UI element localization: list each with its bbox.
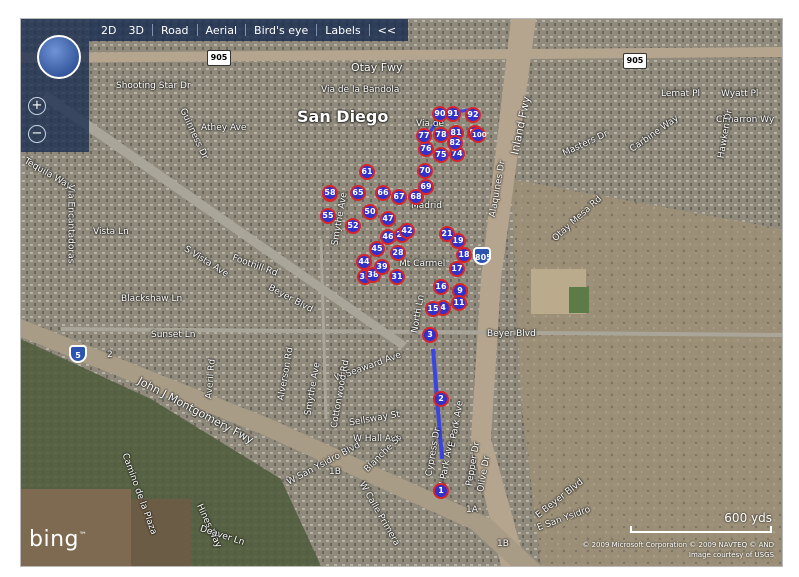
route-marker[interactable]: 75	[433, 147, 449, 163]
route-marker[interactable]: 67	[391, 189, 407, 205]
route-marker[interactable]: 46	[380, 229, 396, 245]
navigation-panel: + −	[21, 19, 89, 152]
zoom-in-button[interactable]: +	[28, 97, 46, 115]
view-3d-button[interactable]: 3D	[122, 24, 149, 37]
route-marker[interactable]: 39	[374, 259, 390, 275]
highway-shield: 5	[69, 345, 87, 363]
route-marker[interactable]: 58	[322, 185, 338, 201]
copyright-line-1: © 2009 Microsoft Corporation © 2009 NAVT…	[582, 541, 774, 549]
scale-label: 600 yds	[724, 511, 772, 525]
route-marker[interactable]: 16	[433, 279, 449, 295]
route-marker[interactable]: 66	[375, 185, 391, 201]
toolbar-divider	[368, 24, 370, 36]
route-marker[interactable]: 77	[416, 128, 432, 144]
route-marker[interactable]: 100	[470, 127, 487, 143]
highway-shield: 805	[473, 247, 492, 265]
route-marker[interactable]: 2	[433, 391, 449, 407]
road-view-button[interactable]: Road	[155, 24, 195, 37]
copyright-notice: © 2009 Microsoft Corporation © 2009 NAVT…	[582, 540, 774, 560]
labels-toggle[interactable]: Labels	[319, 24, 366, 37]
map-style-toolbar: 2D 3D Road Aerial Bird's eye Labels <<	[89, 19, 409, 41]
toolbar-divider	[151, 24, 153, 36]
route-marker[interactable]: 28	[390, 245, 406, 261]
route-marker[interactable]: 11	[451, 295, 467, 311]
highway-shield: 905	[623, 53, 647, 69]
route-marker[interactable]: 47	[380, 211, 396, 227]
highway-shield: 905	[207, 50, 231, 66]
toolbar-divider	[316, 24, 318, 36]
birds-eye-button[interactable]: Bird's eye	[248, 24, 314, 37]
route-marker[interactable]: 42	[399, 223, 415, 239]
bing-logo: bing™	[29, 527, 88, 552]
route-marker[interactable]: 55	[320, 208, 336, 224]
aerial-imagery	[21, 19, 782, 566]
toolbar-divider	[245, 24, 247, 36]
route-marker[interactable]: 21	[439, 226, 455, 242]
route-marker[interactable]: 69	[418, 179, 434, 195]
zoom-out-button[interactable]: −	[28, 125, 46, 143]
route-marker[interactable]: 70	[417, 163, 433, 179]
route-marker[interactable]: 1	[433, 483, 449, 499]
compass-pan-icon[interactable]	[37, 35, 81, 79]
route-marker[interactable]: 44	[356, 254, 372, 270]
route-marker[interactable]: 3	[422, 327, 438, 343]
route-marker[interactable]: 61	[359, 164, 375, 180]
route-marker[interactable]: 92	[465, 107, 481, 123]
aerial-view-button[interactable]: Aerial	[200, 24, 243, 37]
route-marker[interactable]: 52	[345, 218, 361, 234]
map-viewport[interactable]: + − 2D 3D Road Aerial Bird's eye Labels …	[20, 18, 783, 567]
route-marker[interactable]: 31	[389, 269, 405, 285]
scale-bar	[630, 526, 772, 533]
copyright-line-2: Image courtesy of USGS	[688, 551, 774, 559]
route-marker[interactable]: 50	[362, 204, 378, 220]
route-marker[interactable]: 18	[456, 247, 472, 263]
collapse-toolbar-button[interactable]: <<	[372, 24, 402, 37]
route-marker[interactable]: 82	[447, 135, 463, 151]
toolbar-divider	[196, 24, 198, 36]
route-marker[interactable]: 65	[350, 185, 366, 201]
route-marker[interactable]: 17	[449, 261, 465, 277]
bing-logo-text: bing	[29, 527, 79, 552]
route-marker[interactable]: 15	[425, 301, 441, 317]
scale-indicator: 600 yds	[630, 511, 772, 533]
view-2d-button[interactable]: 2D	[95, 24, 122, 37]
route-marker[interactable]: 91	[445, 106, 461, 122]
